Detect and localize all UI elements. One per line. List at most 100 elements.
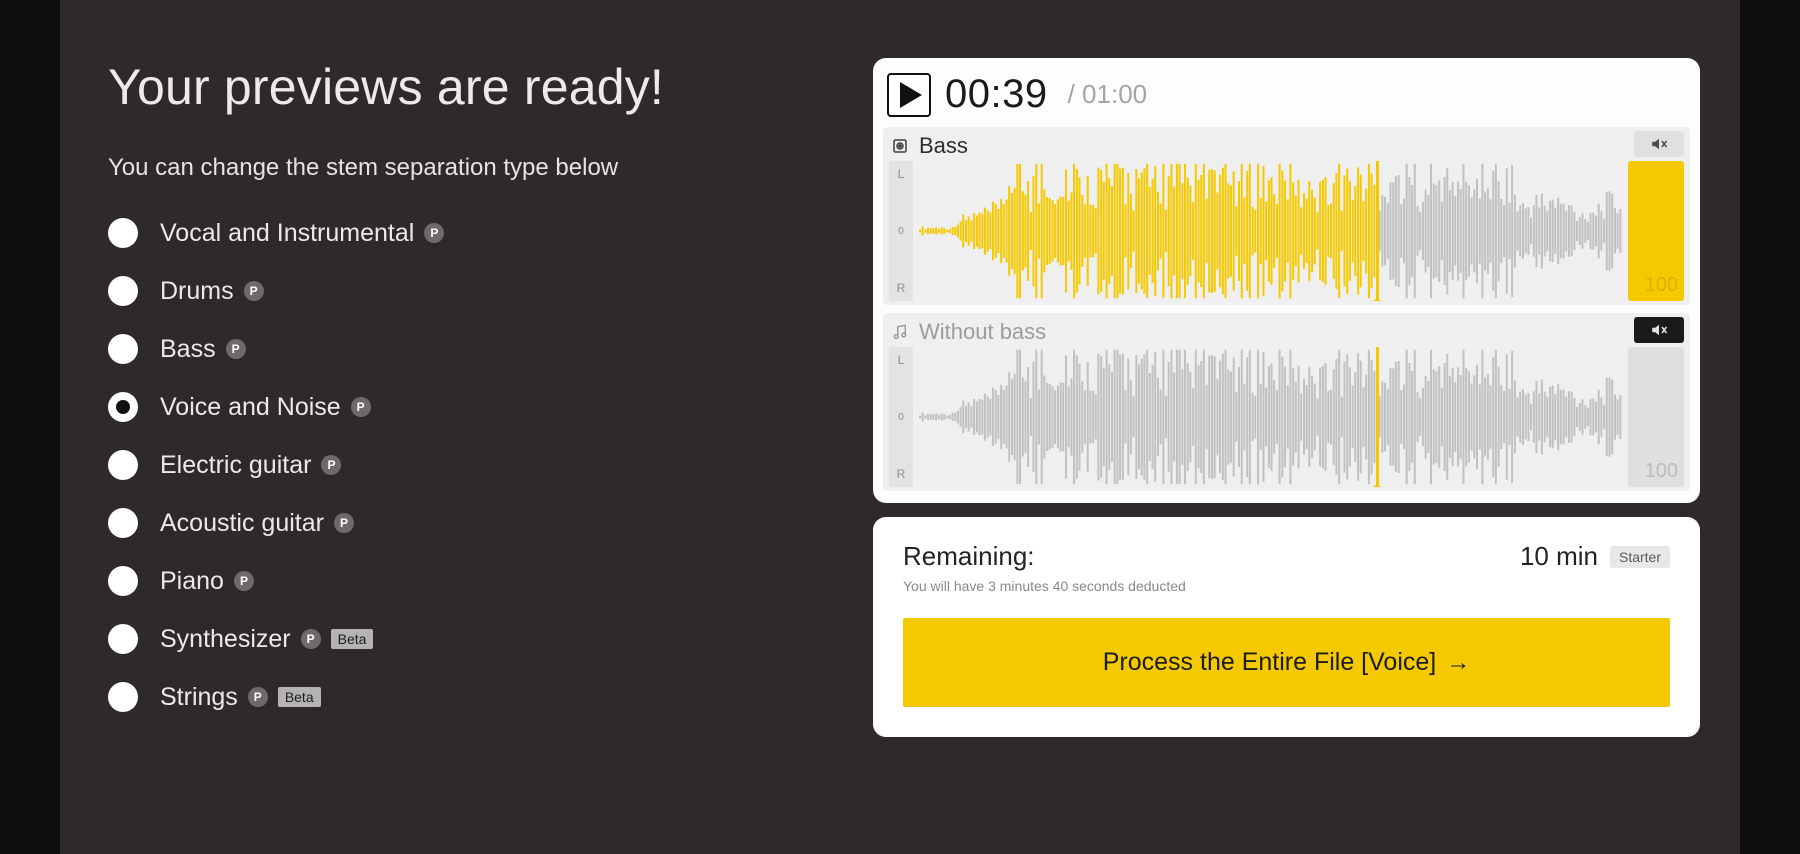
- play-icon: [900, 82, 922, 108]
- option-label: Vocal and Instrumental P: [160, 219, 444, 248]
- mute-button[interactable]: [1634, 317, 1684, 343]
- plan-badge: Starter: [1610, 546, 1670, 568]
- option-label-text: Acoustic guitar: [160, 509, 324, 538]
- channel-l: L: [898, 353, 905, 367]
- mute-icon: [1650, 137, 1668, 151]
- stem-option[interactable]: Electric guitar P: [108, 450, 823, 480]
- channel-r: R: [897, 467, 906, 481]
- preview-card: 00:39 / 01:00 Bass: [873, 58, 1700, 503]
- option-label: Voice and Noise P: [160, 393, 371, 422]
- radio-button[interactable]: [108, 682, 138, 712]
- volume-value: 100: [1645, 460, 1678, 483]
- stem-option[interactable]: Voice and Noise P: [108, 392, 823, 422]
- remaining-time: 10 min: [1520, 541, 1598, 572]
- option-label-text: Electric guitar: [160, 451, 311, 480]
- radio-button[interactable]: [108, 392, 138, 422]
- arrow-right-icon: →: [1446, 649, 1470, 677]
- option-label: Synthesizer P Beta: [160, 625, 373, 654]
- time-total: / 01:00: [1068, 79, 1148, 110]
- remaining-row: Remaining: 10 min Starter: [903, 541, 1670, 572]
- track-body: L 0 R 100: [883, 347, 1690, 487]
- track-without-bass: Without bass L 0 R: [883, 313, 1690, 491]
- option-label: Acoustic guitar P: [160, 509, 354, 538]
- option-label-text: Piano: [160, 567, 224, 596]
- channel-zero: 0: [898, 226, 904, 237]
- option-label-text: Voice and Noise: [160, 393, 341, 422]
- premium-badge-icon: P: [244, 281, 264, 301]
- remaining-right: 10 min Starter: [1520, 541, 1670, 572]
- volume-value: 100: [1645, 274, 1678, 297]
- beta-badge: Beta: [331, 629, 374, 649]
- channel-r: R: [897, 281, 906, 295]
- waveform: [919, 161, 1622, 301]
- stem-option[interactable]: Acoustic guitar P: [108, 508, 823, 538]
- premium-badge-icon: P: [321, 455, 341, 475]
- channel-zero: 0: [898, 412, 904, 423]
- premium-badge-icon: P: [248, 687, 268, 707]
- option-label-text: Synthesizer: [160, 625, 291, 654]
- playhead[interactable]: [1376, 161, 1379, 301]
- track-header: Without bass: [883, 313, 1690, 347]
- radio-button[interactable]: [108, 276, 138, 306]
- play-button[interactable]: [887, 73, 931, 117]
- stem-option[interactable]: Strings P Beta: [108, 682, 823, 712]
- playhead[interactable]: [1376, 347, 1379, 487]
- track-body: L 0 R 100: [883, 161, 1690, 301]
- option-label: BassP: [160, 335, 246, 364]
- page-title: Your previews are ready!: [108, 58, 823, 116]
- waveform-area[interactable]: [919, 347, 1622, 487]
- track-bass: Bass L 0 R: [883, 127, 1690, 305]
- time-current: 00:39: [945, 72, 1048, 117]
- stem-option[interactable]: Vocal and Instrumental P: [108, 218, 823, 248]
- stem-option[interactable]: Synthesizer P Beta: [108, 624, 823, 654]
- premium-badge-icon: P: [234, 571, 254, 591]
- track-title: Without bass: [919, 319, 1046, 345]
- premium-badge-icon: P: [301, 629, 321, 649]
- mute-icon: [1650, 323, 1668, 337]
- option-label: Piano P: [160, 567, 254, 596]
- stem-options-list: Vocal and InstrumentalPDrumsPBassPVoice …: [108, 218, 823, 712]
- stem-option[interactable]: Drums P: [108, 276, 823, 306]
- radio-button[interactable]: [108, 334, 138, 364]
- player-bar: 00:39 / 01:00: [883, 68, 1690, 125]
- main-area: Your previews are ready! You can change …: [60, 0, 1740, 854]
- volume-slider[interactable]: 100: [1628, 347, 1684, 487]
- option-label: Drums P: [160, 277, 264, 306]
- waveform-area[interactable]: [919, 161, 1622, 301]
- waveform: [919, 347, 1622, 487]
- radio-button[interactable]: [108, 450, 138, 480]
- right-column: 00:39 / 01:00 Bass: [873, 58, 1700, 854]
- remaining-label: Remaining:: [903, 541, 1035, 572]
- process-button[interactable]: Process the Entire File [Voice] →: [903, 618, 1670, 707]
- channel-labels: L 0 R: [889, 347, 913, 487]
- option-label-text: Drums: [160, 277, 234, 306]
- track-header: Bass: [883, 127, 1690, 161]
- premium-badge-icon: P: [351, 397, 371, 417]
- left-gutter: [0, 0, 60, 854]
- page-subtitle: You can change the stem separation type …: [108, 152, 628, 184]
- footer-card: Remaining: 10 min Starter You will have …: [873, 517, 1700, 737]
- channel-l: L: [898, 167, 905, 181]
- option-label-text: Strings: [160, 683, 238, 712]
- process-button-label: Process the Entire File [Voice]: [1103, 648, 1436, 677]
- option-label: Strings P Beta: [160, 683, 321, 712]
- speaker-icon: [891, 137, 909, 155]
- radio-button[interactable]: [108, 218, 138, 248]
- premium-badge-icon: P: [424, 223, 444, 243]
- radio-button[interactable]: [108, 508, 138, 538]
- track-title: Bass: [919, 133, 968, 159]
- volume-slider[interactable]: 100: [1628, 161, 1684, 301]
- option-label-text: Bass: [160, 335, 216, 364]
- beta-badge: Beta: [278, 687, 321, 707]
- mute-button[interactable]: [1634, 131, 1684, 157]
- left-column: Your previews are ready! You can change …: [108, 58, 823, 854]
- radio-button[interactable]: [108, 624, 138, 654]
- stem-option[interactable]: Piano P: [108, 566, 823, 596]
- stem-option[interactable]: BassP: [108, 334, 823, 364]
- channel-labels: L 0 R: [889, 161, 913, 301]
- option-label-text: Vocal and Instrumental: [160, 219, 414, 248]
- radio-dot: [116, 400, 130, 414]
- radio-button[interactable]: [108, 566, 138, 596]
- music-note-icon: [891, 323, 909, 341]
- premium-badge-icon: P: [334, 513, 354, 533]
